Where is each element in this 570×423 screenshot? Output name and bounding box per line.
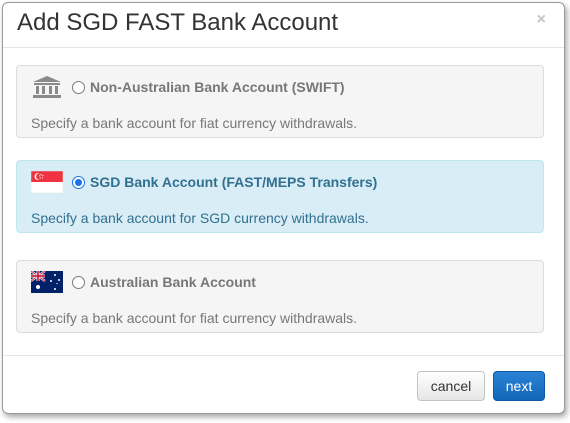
cancel-button[interactable]: cancel	[417, 371, 485, 401]
option-label: Non-Australian Bank Account (SWIFT)	[90, 79, 345, 95]
bank-icon	[31, 76, 63, 98]
dialog-header: Add SGD FAST Bank Account ×	[3, 3, 564, 48]
option-header: Non-Australian Bank Account (SWIFT)	[31, 76, 345, 98]
add-bank-account-dialog: Add SGD FAST Bank Account × Non-Australi…	[2, 2, 565, 414]
option-description: Specify a bank account for SGD currency …	[31, 210, 369, 226]
australia-flag-icon	[30, 270, 63, 293]
radio-swift[interactable]	[72, 80, 85, 94]
dialog-footer: cancel next	[3, 355, 564, 413]
option-label: SGD Bank Account (FAST/MEPS Transfers)	[90, 174, 378, 190]
option-sgd-fast[interactable]: SGD Bank Account (FAST/MEPS Transfers) S…	[16, 160, 544, 233]
option-header: Australian Bank Account	[30, 270, 256, 293]
close-icon[interactable]: ×	[537, 11, 546, 29]
option-label: Australian Bank Account	[90, 274, 256, 290]
option-australian[interactable]: Australian Bank Account Specify a bank a…	[16, 260, 544, 333]
radio-australian[interactable]	[72, 275, 85, 289]
option-header: SGD Bank Account (FAST/MEPS Transfers)	[30, 170, 378, 194]
option-swift[interactable]: Non-Australian Bank Account (SWIFT) Spec…	[16, 65, 544, 138]
dialog-title: Add SGD FAST Bank Account	[17, 9, 339, 36]
option-description: Specify a bank account for fiat currency…	[31, 310, 358, 326]
singapore-flag-icon	[30, 170, 64, 194]
next-button[interactable]: next	[493, 371, 545, 401]
option-description: Specify a bank account for fiat currency…	[31, 115, 358, 131]
radio-sgd-fast[interactable]	[72, 175, 85, 189]
